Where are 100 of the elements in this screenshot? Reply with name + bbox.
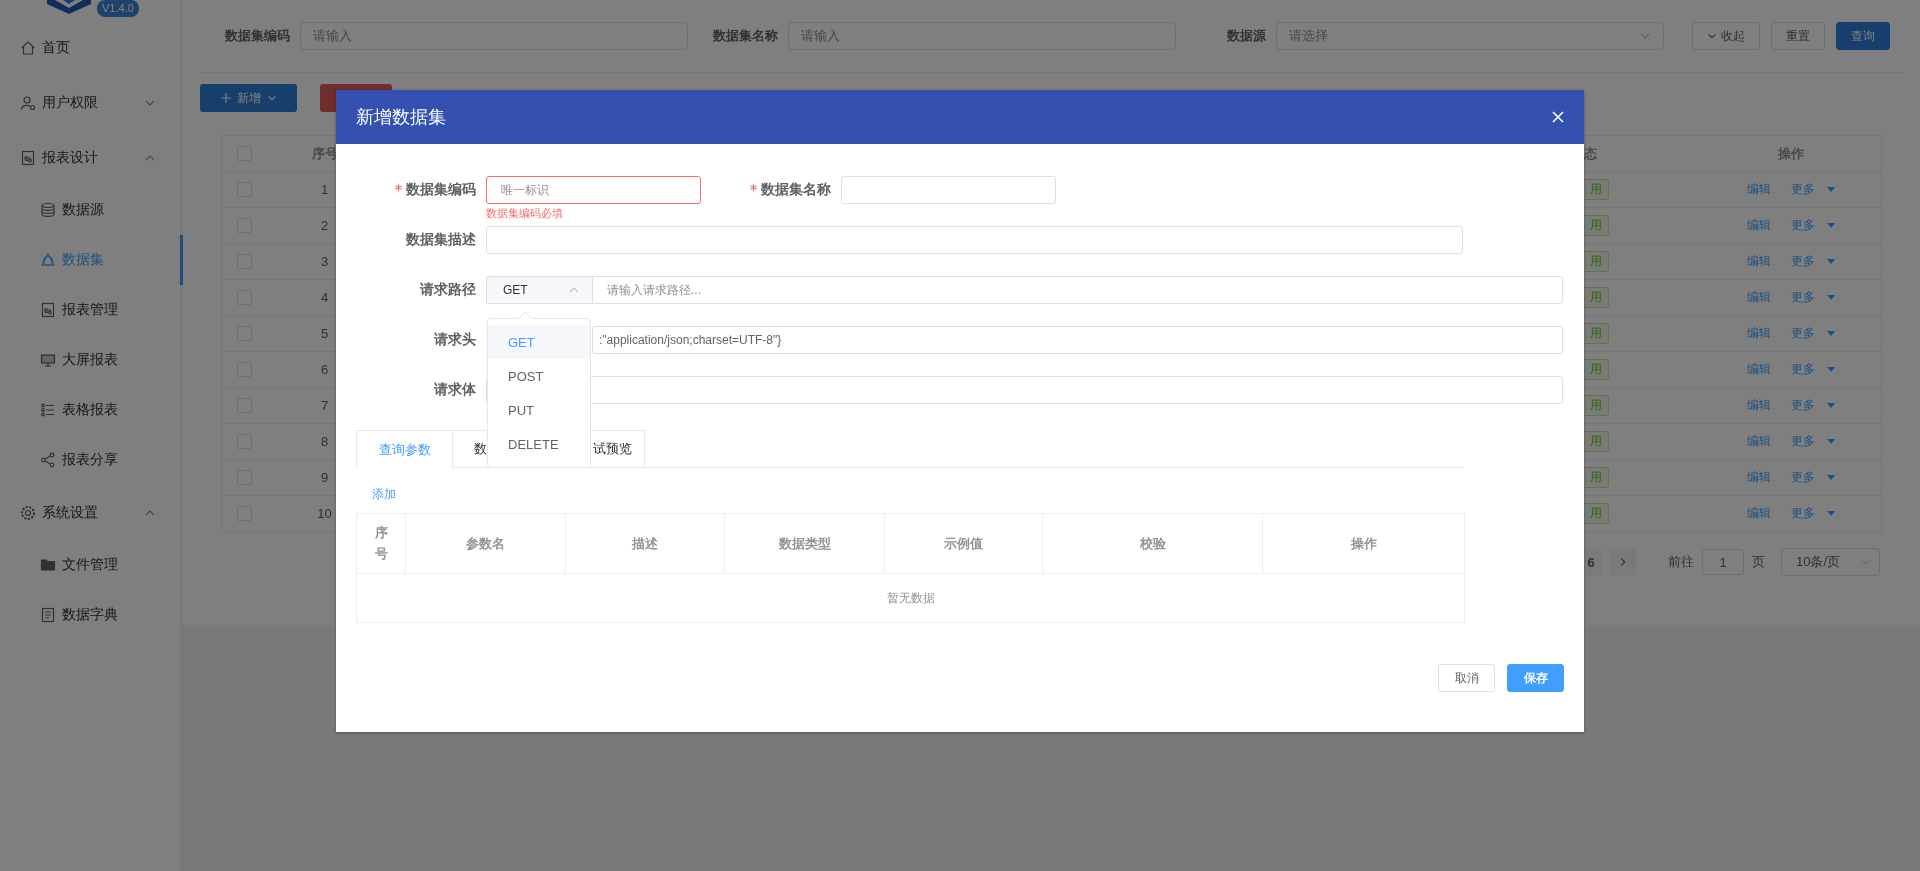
menu-icon — [20, 39, 36, 56]
more-link[interactable]: 更多 — [1791, 361, 1835, 378]
more-link[interactable]: 更多 — [1791, 217, 1835, 234]
more-link[interactable]: 更多 — [1791, 181, 1835, 198]
table-cell: 10 — [317, 506, 332, 521]
menu-icon — [40, 302, 56, 318]
more-link[interactable]: 更多 — [1791, 325, 1835, 342]
menu-icon — [40, 252, 56, 268]
sidebar-item[interactable]: 大屏报表 — [0, 335, 180, 385]
table-cell: 9 — [320, 470, 329, 485]
field-label: 请求头 — [433, 331, 477, 349]
close-icon[interactable] — [1552, 111, 1564, 123]
caret-icon — [1827, 510, 1835, 517]
page-suffix: 页 — [1752, 553, 1765, 571]
caret-icon — [1827, 186, 1835, 193]
edit-link[interactable]: 编辑 — [1747, 325, 1771, 342]
field-label: 数据集名称 — [712, 27, 779, 45]
edit-link[interactable]: 编辑 — [1747, 433, 1771, 450]
tab[interactable]: 查询参数 — [356, 430, 453, 468]
input-field[interactable]: :"application/json;charset=UTF-8"} — [592, 326, 1563, 354]
column-header: 校验 — [1139, 534, 1166, 553]
column-header: 描述 — [632, 534, 658, 553]
method-select[interactable]: GET — [486, 276, 592, 304]
edit-link[interactable]: 编辑 — [1747, 505, 1771, 522]
input-field[interactable]: 请输入请求路径... — [592, 276, 1563, 304]
sidebar-item[interactable]: 表格报表 — [0, 385, 180, 435]
reset-button[interactable]: 重置 — [1771, 22, 1825, 50]
more-link[interactable]: 更多 — [1791, 505, 1835, 522]
sidebar-item[interactable]: 数据源 — [0, 185, 180, 235]
menu-option[interactable]: POST — [488, 359, 590, 393]
error-message: 数据集编码必填 — [486, 206, 563, 221]
input-field[interactable] — [486, 226, 1463, 254]
sidebar-item[interactable]: 用户权限 — [0, 75, 180, 130]
field-label: 数据集描述 — [405, 231, 477, 249]
edit-link[interactable]: 编辑 — [1747, 181, 1771, 198]
caret-icon — [1827, 222, 1835, 229]
menu-icon — [40, 452, 56, 468]
query-button[interactable]: 查询 — [1836, 22, 1890, 50]
cancel-button[interactable]: 取消 — [1438, 664, 1495, 692]
more-link[interactable]: 更多 — [1791, 433, 1835, 450]
caret-icon — [1827, 366, 1835, 373]
column-header: 数据类型 — [778, 534, 831, 553]
next-page-button[interactable] — [1610, 549, 1636, 575]
sidebar-item[interactable]: 首页 — [0, 20, 180, 75]
caret-icon — [1827, 258, 1835, 265]
menu-icon — [40, 202, 56, 218]
column-header: 示例值 — [944, 534, 983, 553]
field-label: 请求体 — [433, 381, 477, 399]
page-input[interactable]: 1 — [1702, 549, 1744, 575]
cube-logo-icon — [47, 0, 91, 14]
dialog-title: 新增数据集 — [356, 106, 446, 129]
column-header: 操作 — [1350, 534, 1377, 553]
input-field[interactable]: 唯一标识 — [486, 176, 701, 204]
sidebar-item[interactable]: 数据集 — [0, 235, 180, 285]
table-cell: 7 — [320, 398, 329, 413]
caret-icon — [1827, 402, 1835, 409]
table-cell: 4 — [320, 290, 329, 305]
page-size-select[interactable]: 10条/页 — [1781, 548, 1880, 576]
edit-link[interactable]: 编辑 — [1747, 361, 1771, 378]
more-link[interactable]: 更多 — [1791, 469, 1835, 486]
plus-icon — [220, 93, 231, 103]
table-cell: 8 — [320, 434, 329, 449]
chevron-icon — [1707, 31, 1717, 41]
edit-link[interactable]: 编辑 — [1747, 469, 1771, 486]
table-cell: 1 — [320, 182, 329, 197]
menu-icon — [20, 94, 36, 111]
field-label: 数据集编码 — [336, 181, 486, 199]
menu-option[interactable]: GET — [488, 325, 590, 359]
field-label: 数据源 — [1226, 27, 1267, 45]
add-link[interactable]: 添加 — [372, 487, 396, 501]
edit-link[interactable]: 编辑 — [1747, 397, 1771, 414]
table-cell: 2 — [320, 218, 329, 233]
sidebar-item[interactable]: 报表设计 — [0, 130, 180, 185]
edit-link[interactable]: 编辑 — [1747, 217, 1771, 234]
caret-icon — [1827, 438, 1835, 445]
menu-icon — [20, 504, 36, 521]
sidebar-item[interactable]: 报表管理 — [0, 285, 180, 335]
menu-icon — [40, 402, 56, 418]
sidebar-item[interactable]: 数据字典 — [0, 590, 180, 640]
table-cell: 3 — [320, 254, 329, 269]
caret-icon — [1827, 474, 1835, 481]
menu-option[interactable]: PUT — [488, 393, 590, 427]
sidebar-item[interactable]: 文件管理 — [0, 540, 180, 590]
sidebar-item[interactable]: 系统设置 — [0, 485, 180, 540]
menu-icon — [40, 557, 56, 573]
edit-link[interactable]: 编辑 — [1747, 289, 1771, 306]
edit-link[interactable]: 编辑 — [1747, 253, 1771, 270]
jump-label: 前往 — [1668, 553, 1694, 571]
collapse-button[interactable]: 收起 — [1692, 22, 1760, 50]
sidebar-item[interactable]: 报表分享 — [0, 435, 180, 485]
field-label: 数据集编码 — [224, 27, 291, 45]
more-link[interactable]: 更多 — [1791, 289, 1835, 306]
column-header: 序号 — [374, 523, 388, 563]
add-button[interactable]: 新增 — [200, 84, 297, 112]
more-link[interactable]: 更多 — [1791, 253, 1835, 270]
more-link[interactable]: 更多 — [1791, 397, 1835, 414]
version-badge: V1.4.0 — [97, 0, 139, 17]
input-field[interactable] — [841, 176, 1056, 204]
save-button[interactable]: 保存 — [1507, 664, 1564, 692]
empty-message: 暂无数据 — [886, 589, 935, 607]
